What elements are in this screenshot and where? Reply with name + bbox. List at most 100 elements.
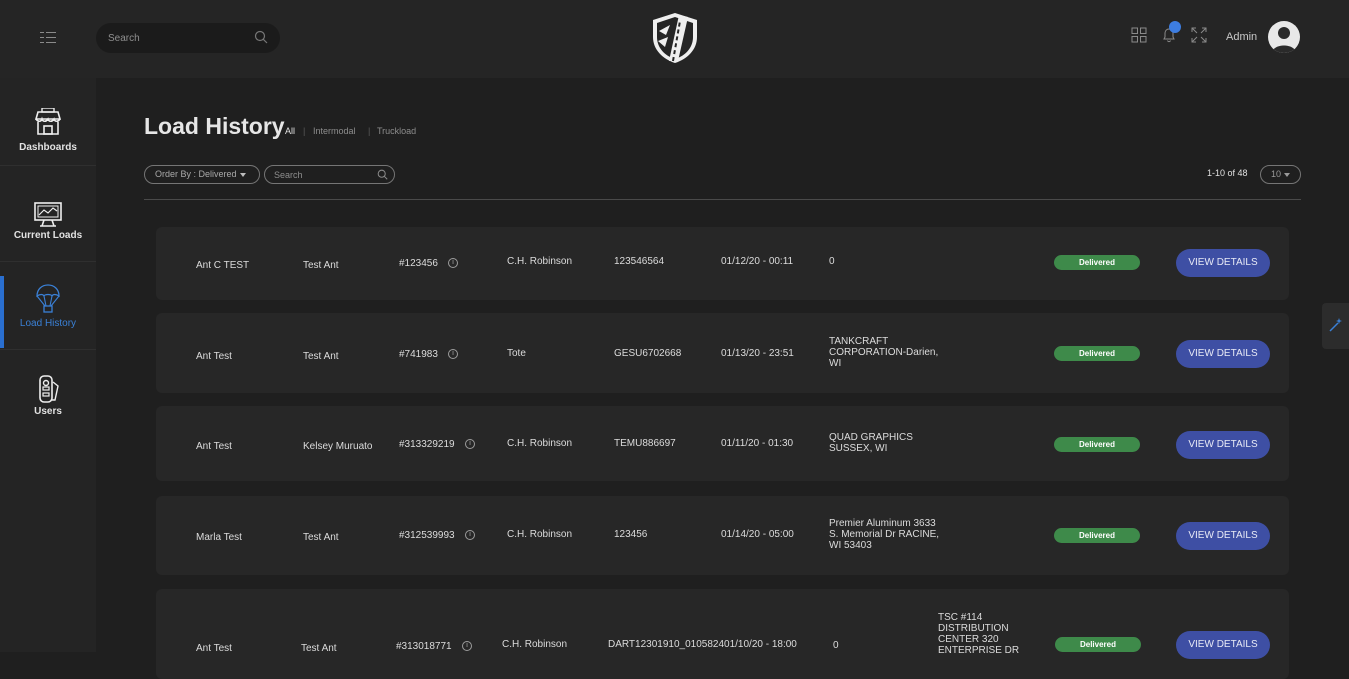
status-badge: Delivered <box>1054 528 1140 543</box>
load-number: #741983 <box>399 349 438 360</box>
load-number: #313018771 <box>396 641 452 652</box>
sidebar-item-load-history[interactable]: Load History <box>0 262 96 350</box>
carrier: C.H. Robinson <box>507 529 573 540</box>
load-row: Ant Test Kelsey Muruato #313329219 i C.H… <box>156 406 1289 481</box>
header-search-input[interactable] <box>108 30 248 46</box>
destination: QUAD GRAPHICS SUSSEX, WI <box>829 432 913 454</box>
view-details-button[interactable]: VIEW DETAILS <box>1176 522 1270 550</box>
destination: TSC #114 DISTRIBUTION CENTER 320 ENTERPR… <box>938 612 1019 656</box>
shield-road-logo <box>653 13 697 63</box>
destination-line: QUAD GRAPHICS <box>829 432 913 443</box>
destination-line: ENTERPRISE DR <box>938 645 1020 656</box>
load-number: #312539993 <box>399 530 455 541</box>
load-number: #123456 <box>399 258 438 269</box>
delivery-date: 01/12/20 - 00:11 <box>721 256 794 267</box>
filter-separator: | <box>303 126 306 136</box>
active-indicator <box>0 276 4 348</box>
order-by-label: Order By : Delivered <box>155 169 237 179</box>
contact-name: Test Ant <box>303 260 339 271</box>
sidebar-item-label: Users <box>34 406 62 417</box>
filter-separator: | <box>368 126 371 136</box>
delivery-date: 01/14/20 - 05:00 <box>721 529 794 540</box>
per-page-value: 10 <box>1271 169 1282 179</box>
view-details-button[interactable]: VIEW DETAILS <box>1176 631 1270 659</box>
load-row: Ant Test Test Ant #313018771 i C.H. Robi… <box>156 589 1289 679</box>
carrier: C.H. Robinson <box>507 438 573 449</box>
list-search-input[interactable] <box>274 168 374 182</box>
destination: Premier Aluminum 3633 S. Memorial Dr RAC… <box>829 518 939 551</box>
header-search[interactable] <box>96 23 280 53</box>
destination-line: S. Memorial Dr RACINE, <box>829 529 940 540</box>
sidebar-item-label: Current Loads <box>13 230 83 241</box>
destination-line: Premier Aluminum 3633 <box>829 518 936 529</box>
shipper-name: Ant Test <box>196 351 232 362</box>
menu-icon[interactable] <box>38 30 60 46</box>
view-details-button[interactable]: VIEW DETAILS <box>1176 249 1270 277</box>
magic-wand-icon <box>1329 318 1342 332</box>
destination-line: TANKCRAFT <box>829 336 889 347</box>
carrier: C.H. Robinson <box>507 256 573 267</box>
info-icon[interactable]: i <box>448 349 458 359</box>
delivery-date: 0 <box>833 640 839 651</box>
destination: 0 <box>829 256 835 267</box>
chevron-down-icon <box>239 172 246 177</box>
status-badge: Delivered <box>1054 437 1140 452</box>
filter-intermodal[interactable]: Intermodal <box>313 126 356 136</box>
chevron-down-icon <box>1284 172 1291 177</box>
destination-line: TSC #114 <box>938 612 983 623</box>
list-search[interactable] <box>264 165 395 184</box>
customizer-toggle[interactable] <box>1322 303 1349 349</box>
destination-line: WI <box>829 358 842 369</box>
fullscreen-icon[interactable] <box>1191 27 1207 43</box>
reference-number: 123546564 <box>614 256 665 267</box>
avatar[interactable] <box>1268 21 1300 53</box>
shipper-name: Ant Test <box>196 643 232 654</box>
delivery-date: 01/13/20 - 23:51 <box>721 348 794 359</box>
grid-icon[interactable] <box>1131 27 1147 43</box>
filter-truckload[interactable]: Truckload <box>377 126 416 136</box>
view-details-button[interactable]: VIEW DETAILS <box>1176 340 1270 368</box>
avatar-icon <box>1272 27 1296 53</box>
destination-line: SUSSEX, WI <box>829 443 888 454</box>
sidebar-item-label: Load History <box>19 318 77 329</box>
reference-number: DART12301910_010582401/10/20 - 18:00 <box>608 639 797 650</box>
search-icon[interactable] <box>377 169 388 180</box>
sidebar-item-current-loads[interactable]: Current Loads <box>0 174 96 262</box>
carrier: C.H. Robinson <box>502 639 568 650</box>
sidebar-item-users[interactable]: Users <box>0 350 96 438</box>
notification-badge <box>1169 21 1181 33</box>
reference-number: 123456 <box>614 529 648 540</box>
contact-name: Kelsey Muruato <box>303 441 373 452</box>
info-icon[interactable]: i <box>465 439 475 449</box>
info-icon[interactable]: i <box>448 258 458 268</box>
monitor-chart-icon <box>34 202 62 227</box>
info-icon[interactable]: i <box>465 530 475 540</box>
status-badge: Delivered <box>1055 637 1141 652</box>
user-name[interactable]: Admin <box>1226 31 1257 43</box>
delivery-date: 01/11/20 - 01:30 <box>721 438 794 449</box>
order-by-dropdown[interactable]: Order By : Delivered <box>144 165 260 184</box>
destination: TANKCRAFT CORPORATION-Darien, WI <box>829 336 938 369</box>
status-badge: Delivered <box>1054 346 1140 361</box>
info-icon[interactable]: i <box>462 641 472 651</box>
contact-name: Test Ant <box>301 643 337 654</box>
load-row: Ant Test Test Ant #741983 i Tote GESU670… <box>156 313 1289 393</box>
sidebar-item-dashboards[interactable]: Dashboards <box>0 78 96 166</box>
destination-line: DISTRIBUTION <box>938 623 1009 634</box>
carrier: Tote <box>507 348 526 359</box>
load-row: Marla Test Test Ant #312539993 i C.H. Ro… <box>156 496 1289 575</box>
destination-line: CORPORATION-Darien, <box>829 347 939 358</box>
filter-all[interactable]: All <box>285 126 295 136</box>
destination-line: CENTER 320 <box>938 634 999 645</box>
load-row: Ant C TEST Test Ant #123456 i C.H. Robin… <box>156 227 1289 300</box>
pagination-text: 1-10 of 48 <box>1207 168 1248 178</box>
divider <box>144 199 1301 200</box>
contact-name: Test Ant <box>303 532 339 543</box>
dashboard-store-icon <box>34 108 62 135</box>
page-title: Load History <box>144 113 285 139</box>
search-icon[interactable] <box>254 30 268 44</box>
per-page-dropdown[interactable]: 10 <box>1260 165 1301 184</box>
shipper-name: Ant C TEST <box>196 260 250 271</box>
contact-name: Test Ant <box>303 351 339 362</box>
view-details-button[interactable]: VIEW DETAILS <box>1176 431 1270 459</box>
